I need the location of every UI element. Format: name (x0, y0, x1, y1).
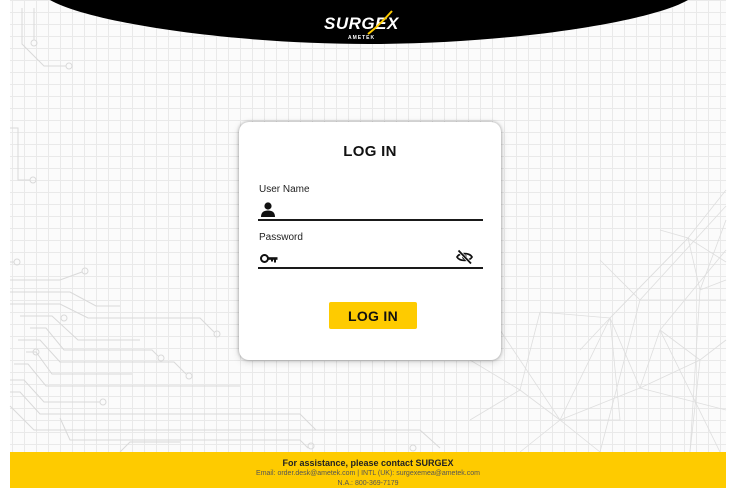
logo-swoosh-icon (367, 10, 393, 35)
password-underline (258, 267, 483, 269)
support-footer: For assistance, please contact SURGEX Em… (10, 452, 726, 488)
password-input[interactable] (281, 248, 441, 266)
key-icon (260, 254, 278, 263)
footer-heading: For assistance, please contact SURGEX (282, 458, 454, 468)
footer-email-line: Email: order.desk@ametek.com | INTL (UK)… (10, 470, 726, 477)
eye-slash-icon[interactable] (456, 249, 473, 265)
email-intl-link[interactable]: surgexemea@ametek.com (396, 470, 480, 477)
login-title: LOG IN (343, 143, 397, 160)
footer-phone: N.A.: 800-369-7179 (337, 480, 399, 487)
username-label: User Name (259, 184, 310, 195)
footer-separator: | INTL (UK): (355, 470, 397, 477)
login-card: LOG IN User Name Password LOG IN (239, 122, 501, 360)
username-input[interactable] (281, 200, 451, 218)
password-label: Password (259, 232, 303, 243)
person-icon (261, 202, 275, 217)
footer-email-prefix: Email: (256, 470, 278, 477)
logo-ametek: AMETEK (348, 35, 376, 41)
email-na-link[interactable]: order.desk@ametek.com (277, 470, 355, 477)
login-button[interactable]: LOG IN (329, 302, 417, 329)
username-underline (258, 219, 483, 221)
surgex-logo: SURGEX AMETEK (324, 10, 416, 48)
